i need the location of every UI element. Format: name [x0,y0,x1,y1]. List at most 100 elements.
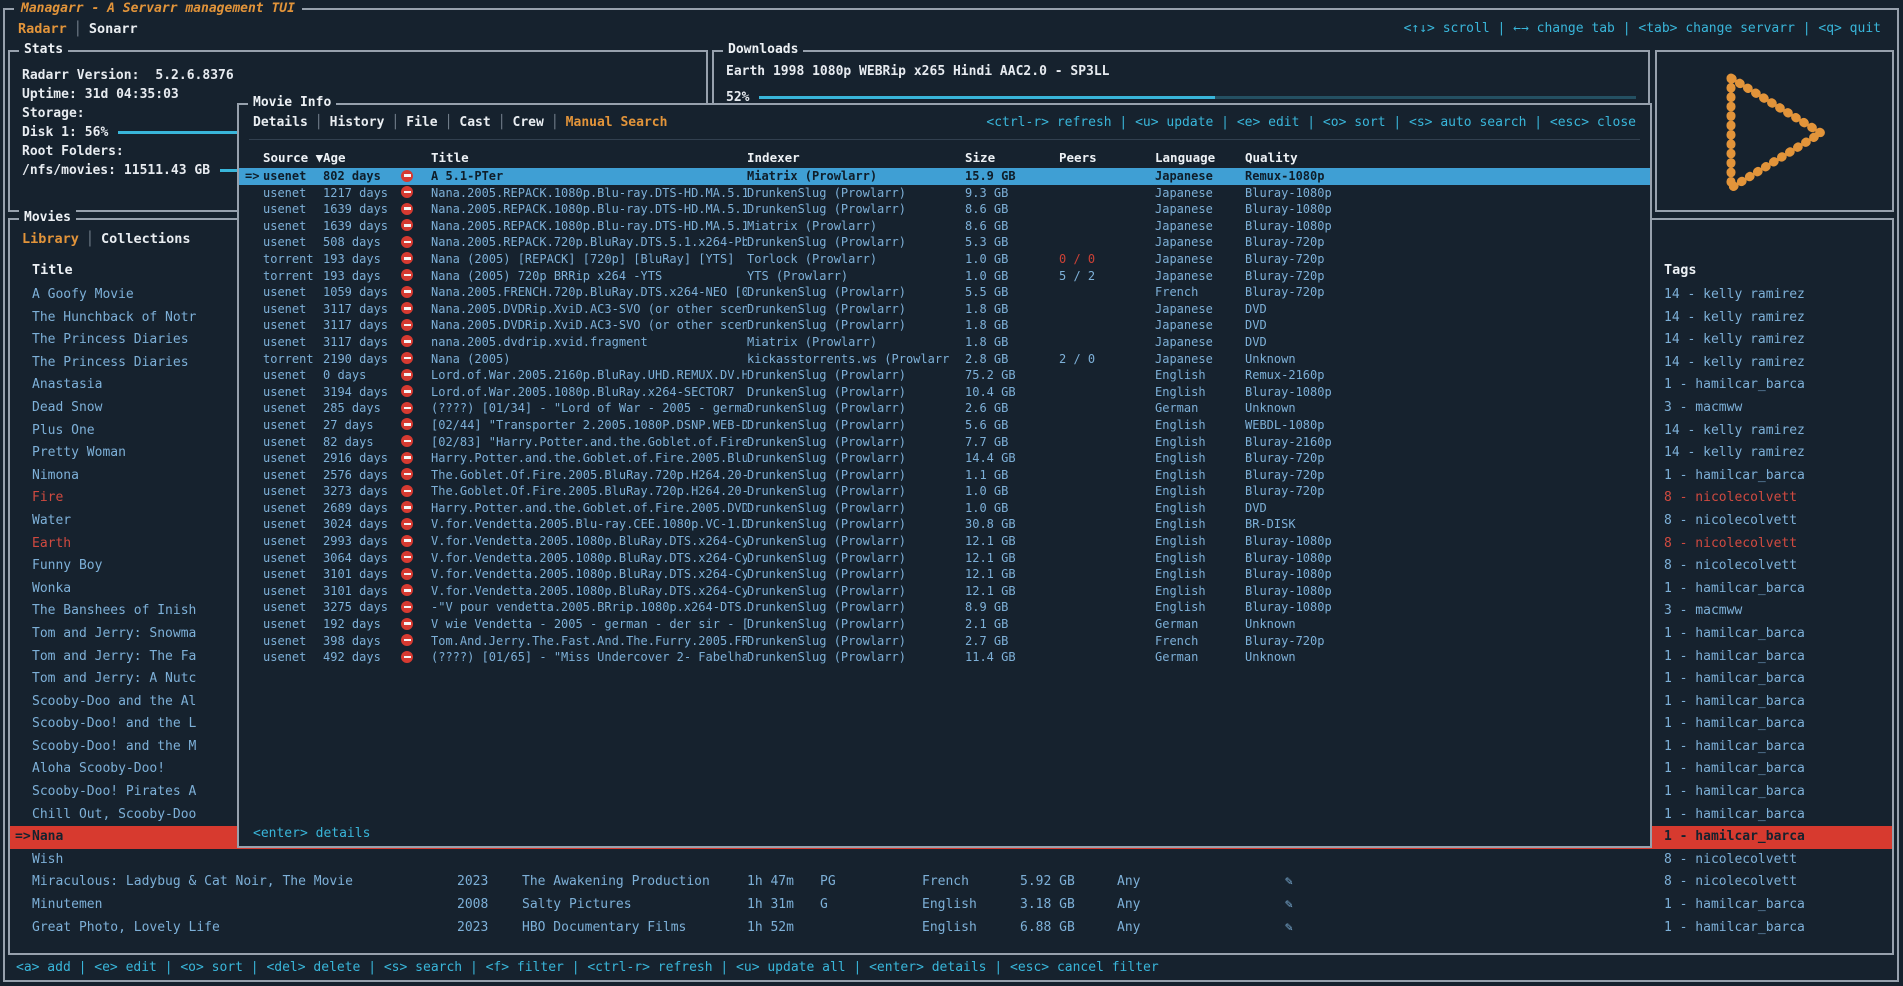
tab-separator: │ [438,115,460,130]
movie-row[interactable]: Wish 8 - nicolecolvett [10,849,1892,872]
search-result-row[interactable]: usenet 3101 days V.for.Vendetta.2005.108… [239,583,1650,600]
search-result-row[interactable]: => usenet 802 days A 5.1-PTer Miatrix (P… [239,168,1650,185]
tab-collections[interactable]: Collections [101,231,190,247]
search-result-row[interactable]: usenet 1639 days Nana.2005.REPACK.1080p.… [239,201,1650,218]
tab-details[interactable]: Details [253,115,308,130]
tab-library[interactable]: Library [22,231,79,247]
tab-file[interactable]: File [406,115,437,130]
quality-cell: Bluray-1080p [1245,550,1650,567]
search-result-row[interactable]: usenet 0 days Lord.of.War.2005.2160p.Blu… [239,367,1650,384]
release-title-cell: Lord.of.War.2005.1080p.BluRay.x264-SECTO… [431,384,747,401]
movie-row[interactable]: Miraculous: Ladybug & Cat Noir, The Movi… [10,871,1892,894]
search-result-row[interactable]: usenet 1217 days Nana.2005.REPACK.1080p.… [239,185,1650,202]
rejected-icon [401,467,431,484]
selection-arrow [239,434,263,451]
language-column-header[interactable]: Language [1155,149,1245,166]
quality-cell: Bluray-720p [1245,483,1650,500]
search-result-row[interactable]: torrent 193 days Nana (2005) [REPACK] [7… [239,251,1650,268]
source-cell: usenet [263,450,323,467]
quality-column-header[interactable]: Quality [1245,149,1650,166]
search-result-row[interactable]: usenet 2689 days Harry.Potter.and.the.Go… [239,500,1650,517]
tab-manual-search[interactable]: Manual Search [566,115,668,130]
uptime-row: Uptime: 31d 04:35:03 [22,85,694,104]
tab-history[interactable]: History [330,115,385,130]
search-result-row[interactable]: usenet 492 days (????) [01/65] - "Miss U… [239,649,1650,666]
movie-tag-cell: 1 - hamilcar_barca [1664,758,1892,781]
indexer-cell: DrunkenSlug (Prowlarr) [747,633,965,650]
search-result-row[interactable]: usenet 3194 days Lord.of.War.2005.1080p.… [239,384,1650,401]
search-result-row[interactable]: usenet 3117 days Nana.2005.DVDRip.XviD.A… [239,317,1650,334]
peers-cell [1059,550,1155,567]
search-result-row[interactable]: usenet 398 days Tom.And.Jerry.The.Fast.A… [239,633,1650,650]
search-result-row[interactable]: usenet 3101 days V.for.Vendetta.2005.108… [239,566,1650,583]
source-cell: usenet [263,334,323,351]
age-column-header[interactable]: Age [323,149,401,166]
language-cell: English [1155,483,1245,500]
peers-cell [1059,434,1155,451]
library-title-header: Title [32,262,73,278]
search-result-row[interactable]: usenet 192 days V wie Vendetta - 2005 - … [239,616,1650,633]
title-column-header[interactable]: Title [431,149,747,166]
peers-column-header[interactable]: Peers [1059,149,1155,166]
tab-sonarr[interactable]: Sonarr [89,21,138,37]
search-result-row[interactable]: usenet 1059 days Nana.2005.FRENCH.720p.B… [239,284,1650,301]
age-cell: 27 days [323,417,401,434]
rejected-icon [401,301,431,318]
search-result-row[interactable]: usenet 3117 days Nana.2005.DVDRip.XviD.A… [239,301,1650,318]
source-cell: usenet [263,599,323,616]
selection-arrow [239,500,263,517]
search-result-row[interactable]: usenet 27 days [02/44] "Transporter 2.20… [239,417,1650,434]
search-result-row[interactable]: usenet 2576 days The.Goblet.Of.Fire.2005… [239,467,1650,484]
search-result-row[interactable]: usenet 285 days (????) [01/34] - "Lord o… [239,400,1650,417]
size-cell: 12.1 GB [965,550,1059,567]
quality-cell: WEBDL-1080p [1245,417,1650,434]
movie-row[interactable]: Great Photo, Lovely Life 2023 HBO Docume… [10,917,1892,940]
size-cell: 2.7 GB [965,633,1059,650]
tab-crew[interactable]: Crew [513,115,544,130]
rejected-icon [401,633,431,650]
search-result-row[interactable]: usenet 3273 days The.Goblet.Of.Fire.2005… [239,483,1650,500]
language-cell: Japanese [1155,218,1245,235]
search-result-row[interactable]: usenet 3275 days -"V pour vendetta.2005.… [239,599,1650,616]
release-title-cell: The.Goblet.Of.Fire.2005.BluRay.720p.H264… [431,467,747,484]
source-cell: usenet [263,483,323,500]
rejected-icon [401,550,431,567]
search-result-row[interactable]: usenet 1639 days Nana.2005.REPACK.1080p.… [239,218,1650,235]
indexer-cell: DrunkenSlug (Prowlarr) [747,649,965,666]
tabs-divider [249,139,1640,140]
tab-radarr[interactable]: Radarr [18,21,67,37]
selection-arrow [239,583,263,600]
size-cell: 5.3 GB [965,234,1059,251]
size-column-header[interactable]: Size [965,149,1059,166]
selection-arrow [239,367,263,384]
selection-arrow [239,218,263,235]
movie-availability-cell: Any [1117,871,1285,894]
language-cell: English [1155,367,1245,384]
search-result-row[interactable]: usenet 3064 days V.for.Vendetta.2005.108… [239,550,1650,567]
movie-row[interactable]: Minutemen 2008 Salty Pictures 1h 31m G E… [10,894,1892,917]
age-cell: 3275 days [323,599,401,616]
size-cell: 1.1 GB [965,467,1059,484]
size-cell: 7.7 GB [965,434,1059,451]
peers-cell [1059,616,1155,633]
tab-cast[interactable]: Cast [459,115,490,130]
source-column-header[interactable]: Source ▼ [263,149,323,166]
search-result-row[interactable]: usenet 2916 days Harry.Potter.and.the.Go… [239,450,1650,467]
quality-cell: Bluray-1080p [1245,185,1650,202]
search-result-row[interactable]: usenet 82 days [02/83] "Harry.Potter.and… [239,434,1650,451]
search-result-row[interactable]: usenet 2993 days V.for.Vendetta.2005.108… [239,533,1650,550]
indexer-column-header[interactable]: Indexer [747,149,965,166]
movie-tag-cell: 1 - hamilcar_barca [1664,713,1892,736]
search-result-row[interactable]: usenet 3024 days V.for.Vendetta.2005.Blu… [239,516,1650,533]
search-result-row[interactable]: usenet 3117 days nana.2005.dvdrip.xvid.f… [239,334,1650,351]
monitored-pencil-icon [1285,849,1664,872]
peers-cell [1059,400,1155,417]
age-cell: 802 days [323,168,401,185]
size-cell: 5.6 GB [965,417,1059,434]
size-cell: 15.9 GB [965,168,1059,185]
movie-tag-cell: 1 - hamilcar_barca [1664,804,1892,827]
search-result-row[interactable]: usenet 508 days Nana.2005.REPACK.720p.Bl… [239,234,1650,251]
search-result-row[interactable]: torrent 193 days Nana (2005) 720p BRRip … [239,268,1650,285]
search-result-row[interactable]: torrent 2190 days Nana (2005) kickasstor… [239,351,1650,368]
language-cell: Japanese [1155,268,1245,285]
